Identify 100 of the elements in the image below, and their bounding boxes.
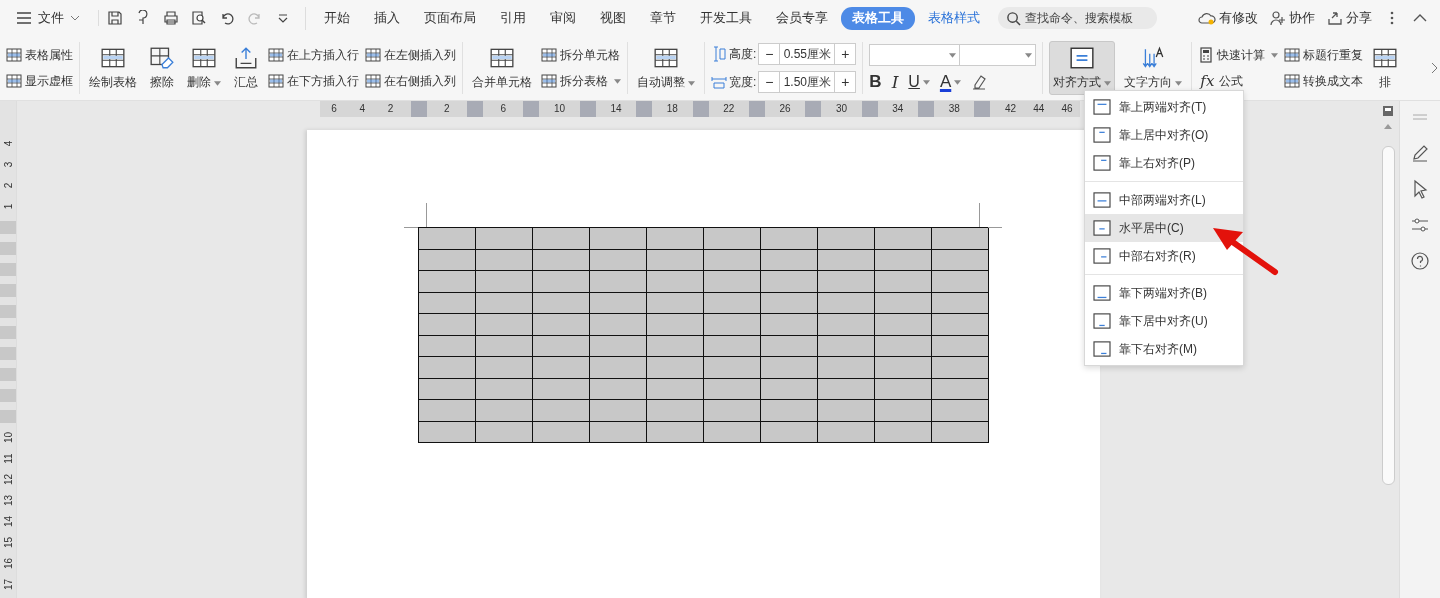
align-icon — [1093, 341, 1111, 357]
table-icon — [268, 47, 284, 63]
table-icon — [6, 47, 22, 63]
ribbon-tab[interactable]: 插入 — [363, 6, 411, 30]
ribbon-button[interactable]: 擦除 — [146, 42, 178, 94]
header-action[interactable]: 协作 — [1270, 9, 1315, 27]
format-button[interactable]: I — [891, 72, 899, 92]
highlighter-icon[interactable] — [971, 74, 988, 90]
menu-item[interactable]: 靠上居中对齐(O) — [1085, 121, 1243, 149]
ribbon-button[interactable]: 绘制表格 — [86, 42, 140, 94]
ruler-number: 16 — [1, 556, 15, 572]
menu-item[interactable]: 中部右对齐(R) — [1085, 242, 1243, 270]
ruler-marker — [861, 101, 878, 117]
ribbon-tab[interactable]: 引用 — [489, 6, 537, 30]
ruler-marker — [0, 284, 16, 297]
ribbon-button[interactable]: 对齐方式 — [1049, 41, 1116, 95]
print-icon[interactable] — [163, 10, 179, 26]
print-preview-icon[interactable] — [191, 10, 207, 26]
ribbon-button[interactable]: 快速计算 — [1198, 45, 1279, 65]
align-icon — [1093, 192, 1111, 208]
ribbon-tab[interactable]: 开发工具 — [689, 6, 763, 30]
menu-item[interactable]: 靠下居中对齐(U) — [1085, 307, 1243, 335]
height-icon — [711, 46, 727, 62]
menu-item[interactable]: 水平居中(C) — [1085, 214, 1243, 242]
ruler-number: 38 — [947, 102, 961, 116]
scroll-right-icon[interactable] — [1430, 62, 1438, 74]
ribbon-button[interactable]: 转换成文本 — [1284, 71, 1364, 91]
ruler-marker — [0, 326, 16, 339]
split-view-icon[interactable] — [1382, 105, 1394, 117]
field-label: 宽度: — [729, 73, 757, 91]
share-icon — [1327, 10, 1343, 26]
menu-item[interactable]: 靠上右对齐(P) — [1085, 149, 1243, 177]
ribbon-tab[interactable]: 页面布局 — [413, 6, 487, 30]
ruler-marker — [692, 101, 709, 117]
chevron-icon — [70, 15, 80, 21]
search-icon — [1006, 10, 1021, 26]
size-stepper[interactable]: − 0.55厘米 + — [758, 43, 857, 65]
ribbon-button[interactable]: 在上方插入行 — [268, 45, 359, 65]
save-icon[interactable] — [107, 10, 123, 26]
ruler-number: 42 — [1004, 102, 1018, 116]
ruler-number: 12 — [1, 472, 15, 488]
undo-icon[interactable] — [219, 10, 235, 26]
ruler-number: 6 — [330, 102, 338, 116]
format-button[interactable]: U — [908, 73, 930, 91]
size-stepper[interactable]: − 1.50厘米 + — [758, 71, 857, 93]
ribbon-tab[interactable]: 审阅 — [539, 6, 587, 30]
ruler-marker — [579, 101, 596, 117]
crop-mark — [404, 227, 418, 228]
ruler-number: 34 — [891, 102, 905, 116]
ribbon-button[interactable]: 拆分表格 — [541, 71, 621, 91]
ribbon-button[interactable]: 表格属性 — [6, 45, 73, 65]
menu-item[interactable]: 靠下右对齐(M) — [1085, 335, 1243, 363]
ribbon-button[interactable]: 标题行重复 — [1284, 45, 1364, 65]
help-icon[interactable] — [1410, 251, 1430, 271]
ribbon-tab[interactable]: 视图 — [589, 6, 637, 30]
ribbon-tab[interactable]: 开始 — [313, 6, 361, 30]
align-icon — [1093, 155, 1111, 171]
ruler-marker — [748, 101, 765, 117]
ruler-number: 30 — [834, 102, 849, 116]
align-icon — [1093, 313, 1111, 329]
pen-icon[interactable] — [1410, 143, 1430, 163]
cloud-icon — [1198, 10, 1216, 26]
file-menu[interactable]: 文件 — [14, 5, 82, 31]
ribbon-button[interactable]: 显示虚框 — [6, 71, 73, 91]
ruler-marker — [636, 101, 653, 117]
ribbon-button[interactable]: 在右侧插入列 — [365, 71, 456, 91]
menu-item[interactable]: 靠上两端对齐(T) — [1085, 93, 1243, 121]
add-person-icon — [1270, 10, 1286, 26]
header-action[interactable]: 有修改 — [1198, 9, 1258, 27]
ruler-number: 46 — [1060, 102, 1074, 116]
ruler-marker — [0, 410, 16, 423]
menu-item[interactable]: 中部两端对齐(L) — [1085, 186, 1243, 214]
format-button[interactable]: A — [939, 72, 962, 92]
ruler-number: 13 — [1, 493, 15, 509]
ribbon-button[interactable]: 拆分单元格 — [541, 45, 621, 65]
ribbon-button[interactable]: 文字方向 — [1121, 42, 1186, 94]
header-action[interactable]: 分享 — [1327, 9, 1372, 27]
crop-mark — [979, 203, 980, 227]
ribbon-button[interactable]: 在下方插入行 — [268, 71, 359, 91]
ribbon-tab[interactable]: 章节 — [639, 6, 687, 30]
ribbon-button[interactable]: fx 公式 — [1198, 71, 1279, 91]
ribbon-tab[interactable]: 表格样式 — [917, 6, 991, 30]
ribbon-button[interactable]: 合并单元格 — [469, 42, 535, 94]
ribbon-button[interactable]: 在左侧插入列 — [365, 45, 456, 65]
align-icon — [1093, 285, 1111, 301]
ruler-number: 10 — [553, 102, 567, 116]
format-button[interactable]: B — [869, 72, 882, 92]
ribbon-tab[interactable]: 会员专享 — [765, 6, 839, 30]
ruler-number: 3 — [1, 160, 15, 170]
search-field[interactable]: 查找命令、搜索模板 — [998, 7, 1157, 29]
ribbon-button[interactable]: 删除 — [184, 42, 224, 94]
ruler-marker — [0, 368, 16, 381]
ribbon-button[interactable]: 自动调整 — [634, 42, 698, 94]
caret-icon — [214, 81, 221, 86]
menu-item[interactable]: 靠下两端对齐(B) — [1085, 279, 1243, 307]
ribbon-button[interactable]: 汇总 — [230, 42, 262, 94]
settings-icon[interactable] — [1410, 215, 1430, 235]
ribbon-button[interactable]: 排 — [1369, 42, 1402, 94]
ruler-number: 14 — [1, 514, 15, 530]
scrollbar-thumb[interactable] — [1382, 146, 1395, 485]
